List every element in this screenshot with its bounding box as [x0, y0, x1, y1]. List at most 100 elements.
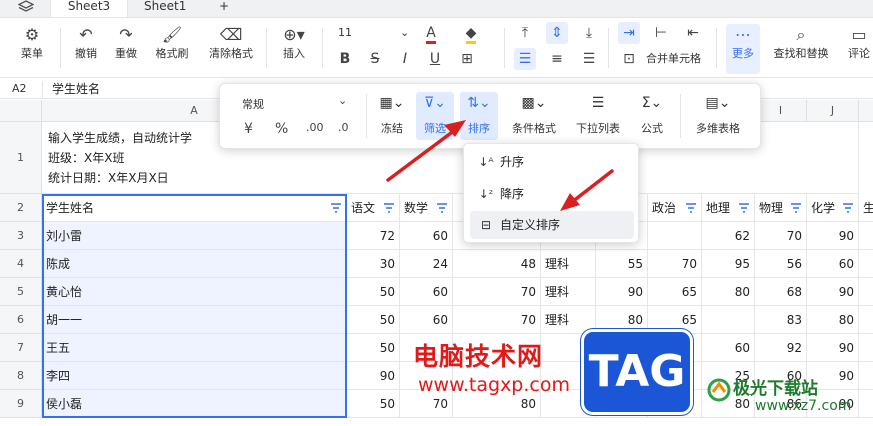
filter-button[interactable]: ⊽⌄ 筛选 [416, 92, 454, 140]
wrap-text-icon[interactable]: ⇥ [618, 22, 640, 44]
header-cell[interactable]: 物理 [755, 194, 807, 222]
row-header[interactable]: 9 [0, 390, 42, 418]
table-cell[interactable]: 50 [347, 306, 400, 334]
underline-icon[interactable]: U [424, 48, 446, 70]
decrease-decimal-icon[interactable]: .00 [306, 121, 324, 134]
table-cell[interactable]: 侯小磊 [42, 390, 347, 418]
table-cell[interactable]: 62 [702, 222, 755, 250]
table-cell[interactable]: 90 [807, 334, 859, 362]
cell-reference[interactable]: A2 [12, 79, 27, 99]
table-cell[interactable]: 70 [648, 250, 702, 278]
table-cell[interactable] [859, 250, 873, 278]
table-cell[interactable]: 83 [755, 306, 807, 334]
align-left-icon[interactable]: ☰ [514, 48, 536, 70]
layers-icon[interactable] [18, 0, 34, 14]
table-cell[interactable]: 黄心怡 [42, 278, 347, 306]
table-cell[interactable]: 92 [755, 334, 807, 362]
table-cell[interactable]: 60 [400, 278, 453, 306]
formula-input[interactable]: 学生姓名 [52, 79, 100, 99]
undo-button[interactable]: ↶ 撤销 [68, 24, 104, 74]
table-cell[interactable]: 70 [453, 306, 541, 334]
table-cell[interactable]: 24 [400, 250, 453, 278]
filter-icon[interactable] [738, 202, 750, 214]
table-cell[interactable]: 80 [702, 278, 755, 306]
header-cell[interactable]: 数学 [400, 194, 453, 222]
more-button[interactable]: ⋯ 更多 [726, 24, 760, 74]
bold-icon[interactable]: B [334, 48, 356, 70]
row-header[interactable]: 4 [0, 250, 42, 278]
row-header[interactable]: 7 [0, 334, 42, 362]
table-cell[interactable]: 李四 [42, 362, 347, 390]
table-cell[interactable]: 60 [702, 334, 755, 362]
row-header[interactable]: 2 [0, 194, 42, 222]
table-cell[interactable] [859, 334, 873, 362]
filter-icon[interactable] [383, 202, 395, 214]
font-size-select[interactable]: 11 ⌄ [338, 22, 409, 44]
merge-cells-button[interactable]: 合并单元格 [646, 48, 701, 70]
font-color-icon[interactable]: A [420, 22, 442, 44]
add-sheet-button[interactable]: + [205, 0, 233, 17]
currency-icon[interactable]: ¥ [244, 121, 253, 137]
row-header[interactable]: 5 [0, 278, 42, 306]
column-header-j[interactable]: J [807, 100, 859, 122]
menu-button[interactable]: ⚙ 菜单 [12, 24, 52, 74]
redo-button[interactable]: ↷ 重做 [108, 24, 144, 74]
sort-button[interactable]: ⇅⌄ 排序 [460, 92, 498, 140]
filter-icon[interactable] [790, 202, 802, 214]
percent-icon[interactable]: % [275, 121, 288, 137]
table-cell[interactable]: 理科 [541, 250, 596, 278]
clear-format-button[interactable]: ⌫ 清除格式 [204, 24, 258, 74]
table-cell[interactable] [702, 306, 755, 334]
table-cell[interactable]: 王五 [42, 334, 347, 362]
table-cell[interactable]: 60 [400, 306, 453, 334]
filter-icon[interactable] [842, 202, 854, 214]
sort-ascending-item[interactable]: ↓ᴬ 升序 [470, 148, 634, 176]
column-header-k[interactable] [859, 100, 873, 122]
merge-cells-icon[interactable]: ⊡ [618, 48, 640, 70]
chevron-down-icon[interactable]: ⌄ [338, 94, 347, 107]
strikethrough-icon[interactable]: S [364, 48, 386, 70]
table-cell[interactable]: 50 [347, 390, 400, 418]
header-cell[interactable]: 地理 [702, 194, 755, 222]
freeze-button[interactable]: ▦⌄ 冻结 [372, 92, 412, 136]
table-cell[interactable]: 68 [755, 278, 807, 306]
comment-button[interactable]: ▭ 评论 [842, 24, 873, 74]
table-cell[interactable] [859, 222, 873, 250]
overflow-icon[interactable]: ⊢ [650, 22, 672, 44]
table-cell[interactable]: 70 [755, 222, 807, 250]
row-header[interactable]: 8 [0, 362, 42, 390]
row-header[interactable]: 1 [0, 122, 42, 194]
row-header[interactable]: 6 [0, 306, 42, 334]
table-cell[interactable]: 50 [347, 278, 400, 306]
table-cell[interactable]: 90 [807, 278, 859, 306]
filter-icon[interactable] [436, 202, 448, 214]
table-cell[interactable]: 60 [807, 250, 859, 278]
custom-sort-item[interactable]: ⊟ 自定义排序 [470, 211, 634, 239]
dropdown-list-button[interactable]: ☰ 下拉列表 [570, 92, 626, 136]
number-format-select[interactable]: 常规 [242, 96, 264, 112]
header-cell[interactable]: 政治 [648, 194, 702, 222]
formula-button[interactable]: Σ⌄ 公式 [632, 92, 672, 136]
indent-icon[interactable]: ⇤ [682, 22, 704, 44]
border-icon[interactable]: ⊞ [456, 48, 478, 70]
align-center-icon[interactable]: ≡ [546, 48, 568, 70]
table-cell[interactable]: 90 [347, 362, 400, 390]
conditional-format-button[interactable]: ▩⌄ 条件格式 [506, 92, 562, 136]
table-cell[interactable]: 65 [648, 278, 702, 306]
multi-table-button[interactable]: ▤⌄ 多维表格 [686, 92, 750, 136]
header-cell[interactable]: 化学 [807, 194, 859, 222]
filter-icon[interactable] [330, 202, 342, 214]
format-painter-button[interactable]: 🖌 格式刷 [150, 24, 194, 74]
table-cell[interactable]: 48 [453, 250, 541, 278]
header-cell[interactable]: 语文 [347, 194, 400, 222]
table-cell[interactable]: 理科 [541, 278, 596, 306]
table-cell[interactable]: 70 [453, 278, 541, 306]
align-right-icon[interactable]: ☰ [578, 48, 600, 70]
tab-sheet1[interactable]: Sheet1 [130, 0, 200, 17]
column-header-i[interactable]: I [755, 100, 807, 122]
sort-descending-item[interactable]: ↓ᶻ 降序 [470, 180, 634, 208]
table-cell[interactable]: 陈成 [42, 250, 347, 278]
table-cell[interactable]: 刘小雷 [42, 222, 347, 250]
table-cell[interactable]: 50 [347, 334, 400, 362]
table-cell[interactable] [859, 278, 873, 306]
